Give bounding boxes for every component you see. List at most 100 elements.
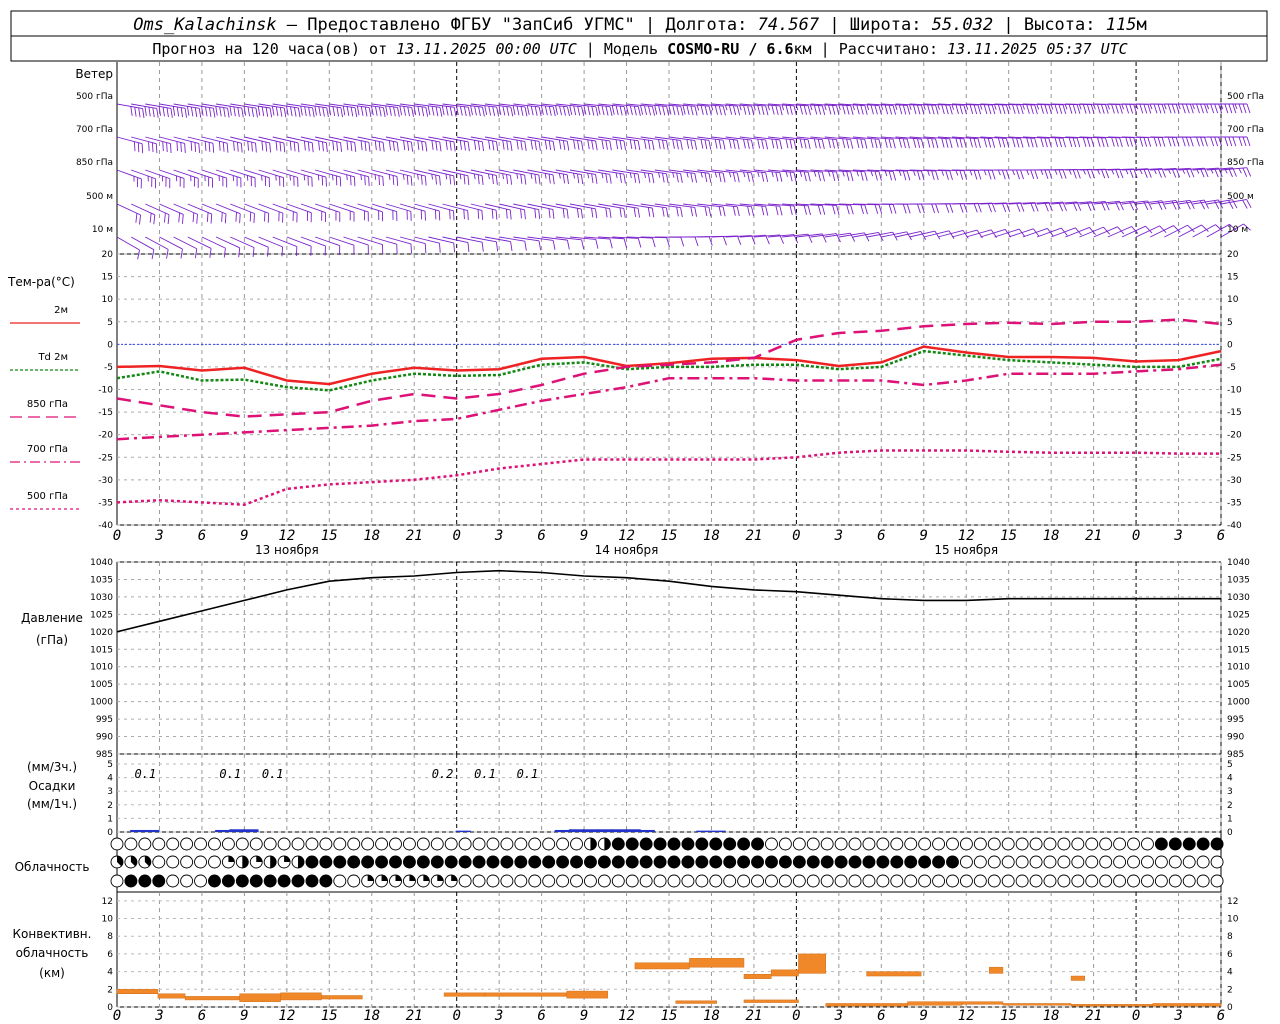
cloud-circle [333,855,347,869]
x-tick-label-bottom: 9 [580,1008,588,1024]
cloud-symbol [1140,837,1154,851]
cloud-symbol [194,855,208,869]
cloud-circle [110,837,124,851]
cloud-symbol [375,855,389,869]
cloud-circle [138,837,152,851]
cloud-circle [221,837,235,851]
cloud-circle [1071,855,1085,869]
wind-barb [428,236,456,253]
cloud-circle [1210,874,1224,888]
cloud-circle [1043,874,1057,888]
conv-cloud-bar [743,999,799,1003]
model-unit: км [794,40,812,58]
cloud-fill [437,875,444,881]
cloud-symbol [208,855,221,869]
x-tick-label-bottom: 3 [154,1008,163,1024]
x-tick-label: 3 [1173,528,1182,544]
cloud-symbol [556,874,570,888]
cloud-symbol [514,855,528,869]
cloud-circle [834,855,848,869]
cloud-symbol [416,855,430,869]
cloud-symbol [263,855,277,869]
cloud-circle [194,874,208,888]
cloud-symbol [1015,837,1029,851]
cloud-symbol [1210,874,1224,888]
cloud-symbol [1029,874,1043,888]
cloud-symbol [542,874,556,888]
conv-cloud-bar [907,1001,963,1006]
temp-ytick: -15 [98,408,113,418]
cloud-fill [228,856,235,862]
cloud-circle [667,874,681,888]
wind-barb [371,236,398,254]
cloud-circle [862,855,876,869]
x-tick-label-bottom: 12 [278,1008,295,1024]
cloud-symbol [751,874,764,888]
cloud-circle [1127,874,1140,888]
cloud-symbol [319,874,333,888]
cloud-symbol [389,837,402,851]
cloud-symbol [834,874,848,888]
x-tick-label: 18 [703,528,720,544]
cloud-symbol [375,874,389,888]
x-tick-label-bottom: 6 [877,1008,885,1024]
cloud-circle [973,874,987,888]
cloud-symbol [848,837,862,851]
cloud-circle [1196,874,1210,888]
cloud-symbol [959,874,973,888]
cloud-symbol [1043,874,1057,888]
cloud-symbol [709,874,723,888]
cloud-symbol [959,837,973,851]
pres-ytick-right: 990 [1227,733,1244,743]
cloud-circle [291,874,305,888]
cloud-circle [458,874,472,888]
precip-bar [243,829,259,832]
wind-barb [484,236,513,251]
cloud-symbol [305,837,319,851]
cloud-circle [528,837,542,851]
cloud-circle [584,874,597,888]
conv-ytick-right: 4 [1227,968,1233,978]
cloud-symbol [1015,855,1029,869]
cloud-circle [472,837,486,851]
conv-ytick: 12 [102,897,113,907]
cloud-symbol [862,855,876,869]
cloud-symbol [486,855,500,869]
cloud-circle [1210,855,1224,869]
temp-ytick-right: 0 [1227,340,1233,350]
calc-time: 13.11.2025 05:37 UTC [947,40,1128,58]
x-tick-label: 21 [1085,528,1102,544]
cloud-symbol [737,874,751,888]
precip-bar [696,830,712,832]
cloud-symbol [1029,837,1043,851]
cloud-circle [124,837,138,851]
model-prefix: Модель [604,40,658,58]
wind-barb [668,203,698,217]
cloud-symbol [138,837,152,851]
x-tick-label-bottom: 9 [240,1008,248,1024]
cloud-symbol [709,837,723,851]
temp-legend-label: 700 гПа [27,444,68,455]
cloud-symbol [611,837,625,851]
cloud-symbol [333,837,347,851]
cloud-circle [500,874,514,888]
wind-level-label: 500 гПа [76,92,113,102]
cloud-symbol [1001,837,1015,851]
cloud-circle [904,874,918,888]
cloud-symbol [584,874,597,888]
cloud-symbol [1085,874,1099,888]
cloud-circle [597,855,611,869]
cloud-circle [542,874,556,888]
cloud-fill [590,838,597,850]
wind-barb [343,236,369,255]
cloud-circle [556,855,570,869]
cloud-circle [542,855,556,869]
wind-barb [527,203,555,219]
cloud-circle [1029,874,1043,888]
cloud-circle [611,874,625,888]
cloud-circle [180,837,194,851]
cloud-symbol [514,837,528,851]
meteogram: Oms_Kalachinsk – Предоставлено ФГБУ "Зап… [7,10,1268,1024]
cloud-symbol [1071,874,1085,888]
cloud-fill [395,875,402,881]
